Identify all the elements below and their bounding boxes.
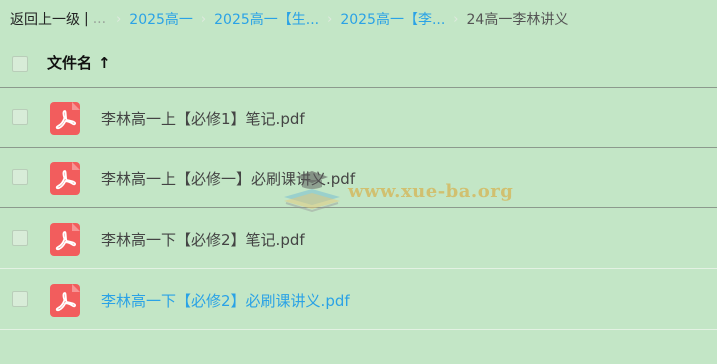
- breadcrumb-ellipsis[interactable]: ...: [93, 11, 106, 27]
- select-all-checkbox[interactable]: [12, 56, 28, 72]
- breadcrumb-arrow-icon: ›: [200, 11, 207, 27]
- breadcrumb-item[interactable]: 2025高一【生...: [214, 9, 319, 29]
- row-divider: [0, 268, 717, 269]
- file-row[interactable]: 李林高一下【必修2】必刷课讲义.pdf: [0, 270, 717, 330]
- row-checkbox[interactable]: [12, 291, 28, 307]
- pdf-icon: [50, 102, 80, 135]
- file-row[interactable]: 李林高一下【必修2】笔记.pdf: [0, 209, 717, 269]
- file-name[interactable]: 李林高一下【必修2】笔记.pdf: [101, 229, 305, 250]
- row-checkbox[interactable]: [12, 169, 28, 185]
- file-name[interactable]: 李林高一上【必修一】必刷课讲义.pdf: [101, 168, 355, 189]
- breadcrumb-current: 24高一李林讲义: [466, 12, 569, 28]
- row-divider: [0, 329, 717, 330]
- breadcrumb-arrow-icon: ›: [453, 11, 459, 27]
- filename-column-label: 文件名: [47, 54, 93, 72]
- breadcrumb-item[interactable]: 2025高一【李...: [340, 9, 445, 29]
- back-link[interactable]: 返回上一级: [10, 9, 80, 29]
- breadcrumb-item[interactable]: 2025高一: [129, 9, 193, 29]
- breadcrumb-separator: |: [84, 11, 89, 27]
- breadcrumb-arrow-icon: ›: [116, 11, 122, 27]
- file-name[interactable]: 李林高一上【必修1】笔记.pdf: [101, 108, 305, 129]
- file-list-header: 文件名 ↑: [0, 40, 717, 88]
- row-checkbox[interactable]: [12, 109, 28, 125]
- breadcrumb-arrow-icon: ›: [327, 11, 333, 27]
- arrow-up-icon: ↑: [98, 54, 111, 72]
- pdf-icon: [50, 162, 80, 195]
- file-browser-page: 返回上一级 | ... › 2025高一 › 2025高一【生... › 202…: [0, 0, 717, 364]
- file-row[interactable]: 李林高一上【必修1】笔记.pdf: [0, 88, 717, 148]
- file-row[interactable]: 李林高一上【必修一】必刷课讲义.pdf: [0, 148, 717, 208]
- file-name[interactable]: 李林高一下【必修2】必刷课讲义.pdf: [101, 290, 350, 311]
- breadcrumb: 返回上一级 | ... › 2025高一 › 2025高一【生... › 202…: [10, 9, 568, 29]
- filename-column-header[interactable]: 文件名 ↑: [47, 52, 111, 73]
- row-checkbox[interactable]: [12, 230, 28, 246]
- pdf-icon: [50, 223, 80, 256]
- row-divider: [0, 207, 717, 208]
- pdf-icon: [50, 284, 80, 317]
